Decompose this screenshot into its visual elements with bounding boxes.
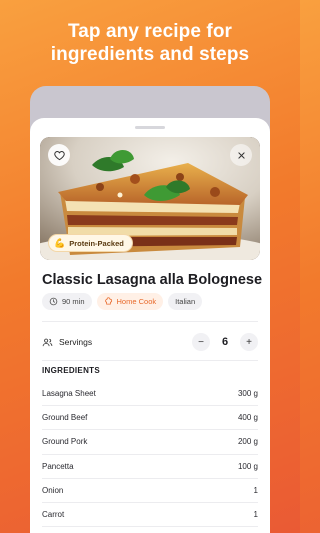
- divider: [42, 360, 258, 361]
- ingredient-name: Ground Beef: [42, 413, 88, 423]
- headline-line-1: Tap any recipe for: [67, 21, 233, 42]
- ingredient-row: Lasagna Sheet 300 g: [42, 382, 258, 407]
- diet-badge: 💪 Protein-Packed: [48, 234, 133, 252]
- ingredient-amount: 1: [253, 510, 258, 520]
- chef-hat-icon: [104, 297, 112, 305]
- servings-label: Servings: [59, 337, 93, 347]
- ingredient-amount: 400 g: [237, 413, 258, 423]
- ingredient-amount: 200 g: [237, 437, 258, 447]
- ingredients-list: Lasagna Sheet 300 g Ground Beef 400 g Gr…: [42, 382, 258, 528]
- people-icon: [42, 338, 53, 346]
- ingredient-row: Carrot 1: [42, 503, 258, 528]
- servings-row: Servings − 6 +: [42, 331, 258, 353]
- close-button[interactable]: [230, 144, 252, 166]
- badge-label: Protein-Packed: [69, 238, 124, 248]
- muscle-icon: 💪: [54, 237, 66, 248]
- recipe-detail-sheet: 💪 Protein-Packed Classic Lasagna alla Bo…: [30, 118, 270, 533]
- close-icon: [237, 151, 245, 159]
- recipe-hero-image: 💪 Protein-Packed: [40, 137, 260, 260]
- ingredient-amount: 100 g: [237, 461, 258, 471]
- difficulty-chip: Home Cook: [96, 293, 164, 310]
- ingredient-amount: 300 g: [237, 389, 258, 399]
- ingredient-row: Onion 1: [42, 479, 258, 503]
- servings-count: 6: [221, 336, 229, 348]
- ingredient-row: Ground Beef 400 g: [42, 406, 258, 431]
- time-label: 90 min: [62, 297, 85, 306]
- time-chip: 90 min: [42, 293, 92, 310]
- ingredient-row: Ground Pork 200 g: [42, 430, 258, 455]
- ingredient-row: Pancetta 100 g: [42, 455, 258, 479]
- recipe-title: Classic Lasagna alla Bolognese: [42, 272, 263, 288]
- increase-servings-button[interactable]: +: [240, 333, 258, 351]
- favorite-button[interactable]: [48, 144, 70, 166]
- headline-line-2: ingredients and steps: [50, 44, 250, 65]
- ingredient-name: Carrot: [42, 510, 65, 520]
- clock-icon: [49, 297, 58, 306]
- divider: [42, 321, 258, 322]
- decrease-servings-button[interactable]: −: [192, 333, 210, 351]
- cuisine-chip: Italian: [168, 293, 203, 310]
- ingredient-amount: 1: [253, 485, 258, 495]
- ingredient-name: Ground Pork: [42, 437, 88, 447]
- sheet-grabber[interactable]: [135, 126, 165, 129]
- cuisine-label: Italian: [175, 297, 196, 306]
- heart-icon: [53, 150, 65, 160]
- difficulty-label: Home Cook: [116, 297, 157, 306]
- recipe-meta-chips: 90 min Home Cook Italian: [42, 293, 203, 310]
- promo-headline: Tap any recipe for ingredients and steps: [0, 20, 300, 66]
- ingredient-name: Lasagna Sheet: [42, 389, 96, 399]
- ingredient-name: Onion: [42, 485, 64, 495]
- ingredients-heading: INGREDIENTS: [42, 366, 100, 375]
- ingredient-name: Pancetta: [42, 461, 74, 471]
